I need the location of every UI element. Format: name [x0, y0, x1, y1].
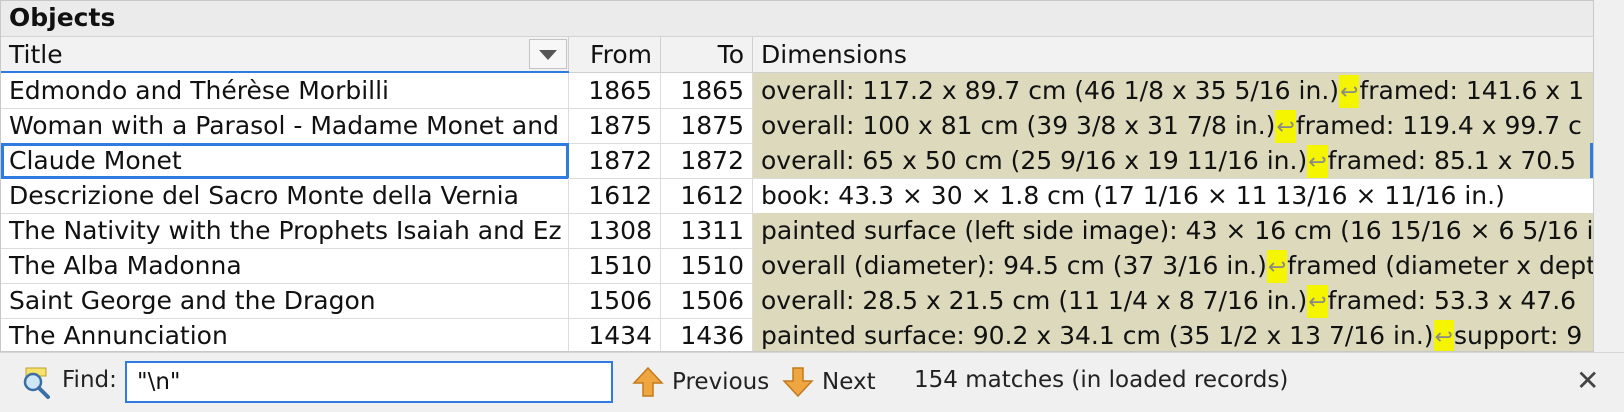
cell-title[interactable]: The Alba Madonna — [1, 248, 569, 284]
column-header-from-label: From — [590, 40, 652, 69]
cell-dimensions[interactable]: overall: 117.2 x 89.7 cm (46 1/8 x 35 5/… — [753, 73, 1593, 109]
objects-panel: Objects Title From To Dimensions Edmondo… — [0, 0, 1594, 352]
column-header-dimensions[interactable]: Dimensions — [753, 37, 1593, 73]
table-row[interactable]: The Alba Madonna 1510 1510 overall (diamete… — [1, 248, 1593, 284]
table-row[interactable]: Saint George and the Dragon 1506 1506 overa… — [1, 283, 1593, 319]
previous-button-label: Previous — [672, 369, 770, 395]
cell-dimensions[interactable]: painted surface (left side image): 43 × … — [753, 213, 1594, 249]
dimensions-line-1: overall: 117.2 x 89.7 cm (46 1/8 x 35 5/… — [761, 76, 1340, 105]
arrow-up-icon — [632, 366, 664, 397]
arrow-down-icon — [782, 367, 814, 398]
cell-dimensions[interactable]: overall: 28.5 x 21.5 cm (11 1/4 x 8 7/16… — [753, 283, 1593, 319]
table-row[interactable]: Edmondo and Thérèse Morbilli 1865 1865 over… — [1, 73, 1593, 109]
panel-title: Objects — [9, 3, 116, 32]
table-row[interactable]: The Nativity with the Prophets Isaiah an… — [1, 213, 1593, 249]
dimensions-line-1: book: 43.3 × 30 × 1.8 cm (17 1/16 × 11 1… — [761, 181, 1505, 210]
dimensions-line-2: framed (diameter x dept — [1287, 251, 1594, 280]
find-bar: Find: Previous Next 154 matches (in load… — [0, 352, 1624, 412]
column-header-title-label: Title — [9, 40, 63, 69]
table-row[interactable]: The Annunciation 1434 1436 painted surface:… — [1, 318, 1593, 351]
cell-title[interactable]: Descrizione del Sacro Monte della Vernia — [1, 178, 569, 214]
cell-title[interactable]: Claude Monet — [1, 143, 569, 179]
dimensions-line-2: framed: 85.1 x 70.5 — [1327, 146, 1577, 175]
cell-from[interactable]: 1434 — [569, 318, 661, 351]
next-button-label: Next — [822, 369, 876, 395]
table-row[interactable]: Woman with a Parasol - Madame Monet and 1… — [1, 108, 1593, 144]
column-header-to[interactable]: To — [661, 37, 753, 73]
cell-from[interactable]: 1872 — [569, 143, 661, 179]
cell-title[interactable]: Woman with a Parasol - Madame Monet and — [1, 108, 569, 144]
dimensions-line-1: painted surface: 90.2 x 34.1 cm (35 1/2 … — [761, 321, 1434, 350]
cell-dimensions[interactable]: overall: 65 x 50 cm (25 9/16 x 19 11/16 … — [753, 143, 1593, 179]
dimensions-line-1: painted surface (left side image): 43 × … — [761, 216, 1594, 245]
newline-marker-icon: ↩ — [1275, 110, 1296, 143]
cell-from[interactable]: 1875 — [569, 108, 661, 144]
cell-from[interactable]: 1506 — [569, 283, 661, 319]
cell-title[interactable]: Saint George and the Dragon — [1, 283, 569, 319]
find-input[interactable] — [125, 361, 613, 403]
cell-to[interactable]: 1510 — [661, 248, 753, 284]
cell-dimensions[interactable]: overall: 100 x 81 cm (39 3/8 x 31 7/8 in… — [753, 108, 1593, 144]
newline-marker-icon: ↩ — [1307, 145, 1328, 178]
dimensions-line-2: framed: 119.4 x 99.7 c — [1295, 111, 1582, 140]
cell-title[interactable]: The Annunciation — [1, 318, 569, 351]
vertical-scrollbar[interactable] — [1594, 0, 1624, 352]
cell-title[interactable]: Edmondo and Thérèse Morbilli — [1, 73, 569, 109]
cell-from[interactable]: 1612 — [569, 178, 661, 214]
next-button[interactable]: Next — [782, 361, 876, 403]
cell-to[interactable]: 1506 — [661, 283, 753, 319]
column-header-to-label: To — [717, 40, 744, 69]
table-row[interactable]: Claude Monet 1872 1872 overall: 65 x 50 cm … — [1, 143, 1593, 179]
table-row[interactable]: Descrizione del Sacro Monte della Vernia… — [1, 178, 1593, 214]
cell-dimensions[interactable]: book: 43.3 × 30 × 1.8 cm (17 1/16 × 11 1… — [753, 178, 1593, 214]
newline-marker-icon: ↩ — [1307, 285, 1328, 318]
panel-title-bar: Objects — [1, 1, 1593, 37]
cell-to[interactable]: 1612 — [661, 178, 753, 214]
dimensions-line-1: overall (diameter): 94.5 cm (37 3/16 in.… — [761, 251, 1267, 280]
cell-to[interactable]: 1865 — [661, 73, 753, 109]
dimensions-line-1: overall: 28.5 x 21.5 cm (11 1/4 x 8 7/16… — [761, 286, 1308, 315]
dimensions-line-1: overall: 65 x 50 cm (25 9/16 x 19 11/16 … — [761, 146, 1308, 175]
find-label: Find: — [62, 367, 117, 393]
dimensions-line-2: framed: 141.6 x 1 — [1359, 76, 1584, 105]
cell-to[interactable]: 1436 — [661, 318, 753, 351]
find-magnifier-icon — [23, 367, 50, 399]
close-find-bar-icon[interactable]: ✕ — [1576, 365, 1599, 397]
column-header-dimensions-label: Dimensions — [761, 40, 907, 69]
cell-from[interactable]: 1865 — [569, 73, 661, 109]
cell-dimensions[interactable]: overall (diameter): 94.5 cm (37 3/16 in.… — [753, 248, 1594, 284]
cell-to[interactable]: 1875 — [661, 108, 753, 144]
newline-marker-icon: ↩ — [1339, 75, 1360, 108]
column-filter-dropdown-button[interactable] — [529, 39, 567, 69]
cell-to[interactable]: 1872 — [661, 143, 753, 179]
newline-marker-icon: ↩ — [1266, 250, 1288, 283]
dimensions-line-2: framed: 53.3 x 47.6 — [1327, 286, 1577, 315]
cell-from[interactable]: 1510 — [569, 248, 661, 284]
column-header-from[interactable]: From — [569, 37, 661, 73]
dimensions-line-2: support: 9 — [1453, 321, 1583, 350]
match-count-status: 154 matches (in loaded records) — [914, 367, 1289, 393]
table-header: Title From To Dimensions — [1, 37, 1593, 73]
dimensions-line-1: overall: 100 x 81 cm (39 3/8 x 31 7/8 in… — [761, 111, 1276, 140]
newline-marker-icon: ↩ — [1433, 320, 1454, 351]
cell-from[interactable]: 1308 — [569, 213, 661, 249]
cell-title[interactable]: The Nativity with the Prophets Isaiah an… — [1, 213, 569, 249]
column-header-title[interactable]: Title — [1, 37, 569, 73]
previous-button[interactable]: Previous — [632, 361, 769, 403]
cell-to[interactable]: 1311 — [661, 213, 753, 249]
cell-dimensions[interactable]: painted surface: 90.2 x 34.1 cm (35 1/2 … — [753, 318, 1593, 351]
